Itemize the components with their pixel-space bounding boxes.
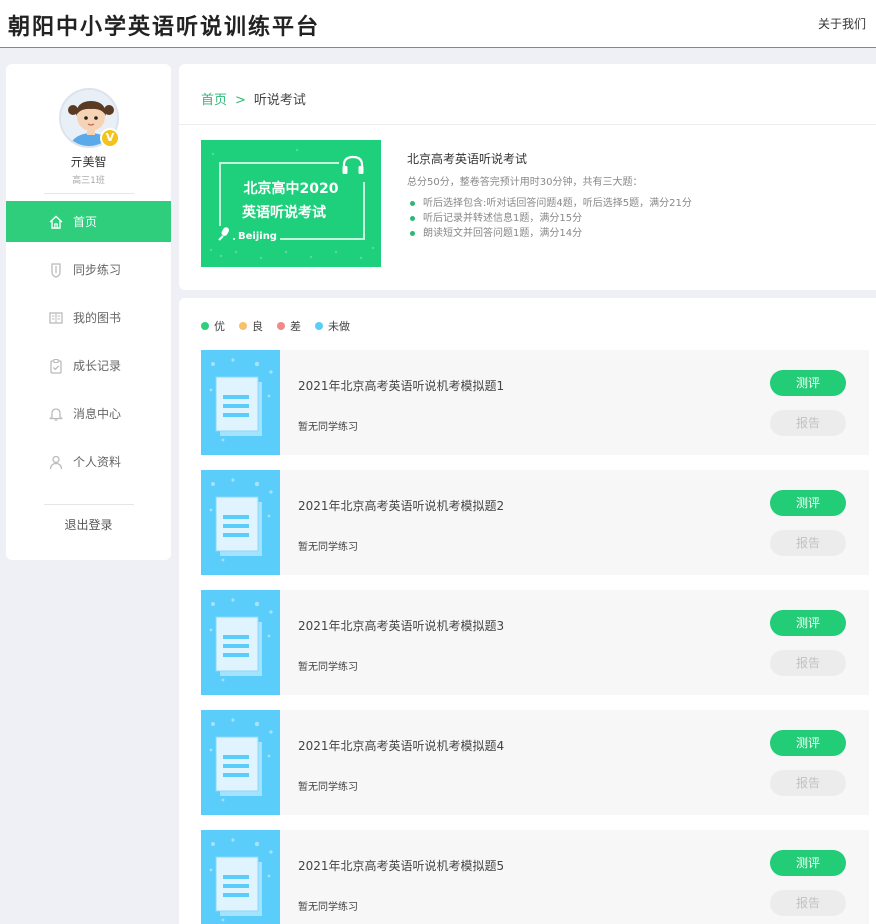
- legend-item: 优: [201, 318, 225, 334]
- exam-list-item: 2021年北京高考英语听说机考模拟题2 暂无同学练习 测评 报告: [201, 470, 869, 575]
- user-icon: [47, 453, 65, 471]
- sidebar-item-home[interactable]: 首页: [6, 201, 171, 242]
- breadcrumb-current: 听说考试: [253, 93, 306, 108]
- sidebar-item-label: 成长记录: [73, 359, 122, 373]
- exam-part-item: 听后选择包含:听对话回答问题4题，听后选择5题，满分21分: [407, 196, 867, 211]
- exam-item-title[interactable]: 2021年北京高考英语听说机考模拟题3: [298, 617, 504, 634]
- sidebar-item-growth[interactable]: 成长记录: [6, 345, 171, 386]
- legend-item: 差: [277, 318, 301, 334]
- sidebar-item-books[interactable]: 我的图书: [6, 297, 171, 338]
- exam-item-status: 暂无同学练习: [298, 662, 358, 673]
- legend-item: 良: [239, 318, 263, 334]
- sidebar-item-label: 我的图书: [73, 311, 122, 325]
- bell-icon: [47, 405, 65, 423]
- exam-list-item: 2021年北京高考英语听说机考模拟题5 暂无同学练习 测评 报告: [201, 830, 869, 924]
- breadcrumb-home-link[interactable]: 首页: [201, 93, 227, 108]
- test-button[interactable]: 测评: [770, 490, 846, 516]
- report-button[interactable]: 报告: [770, 770, 846, 796]
- test-button[interactable]: 测评: [770, 370, 846, 396]
- legend-dot: [277, 322, 285, 330]
- sidebar-item-label: 同步练习: [73, 263, 122, 277]
- banner-title-line2: 英语听说考试: [242, 205, 326, 221]
- banner-city: Beijing: [235, 231, 280, 242]
- user-name: 亓美智: [70, 155, 107, 169]
- exam-parts-list: 听后选择包含:听对话回答问题4题，听后选择5题，满分21分 听后记录并转述信息1…: [407, 196, 867, 241]
- report-button[interactable]: 报告: [770, 650, 846, 676]
- microphone-icon: [215, 226, 233, 246]
- sidebar-item-messages[interactable]: 消息中心: [6, 393, 171, 434]
- report-button[interactable]: 报告: [770, 890, 846, 916]
- vip-badge-icon: V: [100, 128, 120, 148]
- sidebar: V 亓美智 高三1班 首页 同步练习 我的图书 成长记录 消息中心 个人资料 退…: [6, 64, 171, 560]
- exam-item-title[interactable]: 2021年北京高考英语听说机考模拟题1: [298, 377, 504, 394]
- exam-item-title[interactable]: 2021年北京高考英语听说机考模拟题2: [298, 497, 504, 514]
- banner-title-line1: 北京高中2020: [243, 181, 339, 197]
- sidebar-item-label: 个人资料: [73, 455, 122, 469]
- status-legend: 优 良 差 未做: [201, 318, 364, 334]
- home-icon: [47, 213, 65, 231]
- legend-label: 差: [290, 320, 301, 333]
- document-icon: [201, 590, 280, 695]
- exam-info: 北京高考英语听说考试 总分50分，整卷答完预计用时30分钟，共有三大题： 听后选…: [407, 150, 867, 241]
- exam-item-status: 暂无同学练习: [298, 782, 358, 793]
- exam-description: 总分50分，整卷答完预计用时30分钟，共有三大题：: [407, 177, 643, 188]
- report-button[interactable]: 报告: [770, 410, 846, 436]
- exam-item-status: 暂无同学练习: [298, 902, 358, 913]
- about-link[interactable]: 关于我们: [818, 15, 866, 32]
- exam-item-status: 暂无同学练习: [298, 422, 358, 433]
- exam-part-item: 朗读短文并回答问题1题，满分14分: [407, 226, 867, 241]
- clipboard-check-icon: [47, 357, 65, 375]
- report-button[interactable]: 报告: [770, 530, 846, 556]
- document-icon: [201, 350, 280, 455]
- exam-overview-panel: 首页 > 听说考试 北京高中2020 英语听说考试 Beijing 北京高考英语听说…: [179, 64, 876, 290]
- logout-button[interactable]: 退出登录: [6, 516, 171, 533]
- sidebar-item-practice[interactable]: 同步练习: [6, 249, 171, 290]
- shield-icon: [47, 261, 65, 279]
- book-icon: [47, 309, 65, 327]
- breadcrumb: 首页 > 听说考试: [201, 89, 306, 108]
- sidebar-item-profile[interactable]: 个人资料: [6, 441, 171, 482]
- sidebar-item-label: 消息中心: [73, 407, 122, 421]
- user-class: 高三1班: [72, 176, 105, 186]
- test-button[interactable]: 测评: [770, 610, 846, 636]
- divider: [44, 504, 134, 505]
- top-header: 朝阳中小学英语听说训练平台 关于我们: [0, 0, 876, 48]
- legend-label: 未做: [328, 320, 350, 333]
- exam-list-item: 2021年北京高考英语听说机考模拟题1 暂无同学练习 测评 报告: [201, 350, 869, 455]
- exam-item-title[interactable]: 2021年北京高考英语听说机考模拟题4: [298, 737, 504, 754]
- legend-label: 优: [214, 320, 225, 333]
- test-button[interactable]: 测评: [770, 730, 846, 756]
- legend-dot: [239, 322, 247, 330]
- legend-dot: [201, 322, 209, 330]
- exam-list-panel: 优 良 差 未做 2021年北京高考英语听说机考模拟题1 暂无同学练习 测评 报…: [179, 298, 876, 924]
- exam-list-item: 2021年北京高考英语听说机考模拟题3 暂无同学练习 测评 报告: [201, 590, 869, 695]
- document-icon: [201, 830, 280, 924]
- exam-item-title[interactable]: 2021年北京高考英语听说机考模拟题5: [298, 857, 504, 874]
- legend-label: 良: [252, 320, 263, 333]
- exam-title: 北京高考英语听说考试: [407, 152, 528, 166]
- exam-part-item: 听后记录并转述信息1题，满分15分: [407, 211, 867, 226]
- legend-item: 未做: [315, 318, 350, 334]
- document-icon: [201, 470, 280, 575]
- divider: [179, 124, 876, 125]
- exam-banner: 北京高中2020 英语听说考试 Beijing: [201, 140, 381, 267]
- site-title: 朝阳中小学英语听说训练平台: [8, 14, 321, 40]
- breadcrumb-separator: >: [235, 93, 246, 108]
- test-button[interactable]: 测评: [770, 850, 846, 876]
- divider: [44, 193, 134, 194]
- legend-dot: [315, 322, 323, 330]
- exam-list-item: 2021年北京高考英语听说机考模拟题4 暂无同学练习 测评 报告: [201, 710, 869, 815]
- document-icon: [201, 710, 280, 815]
- exam-item-status: 暂无同学练习: [298, 542, 358, 553]
- sidebar-item-label: 首页: [73, 215, 98, 229]
